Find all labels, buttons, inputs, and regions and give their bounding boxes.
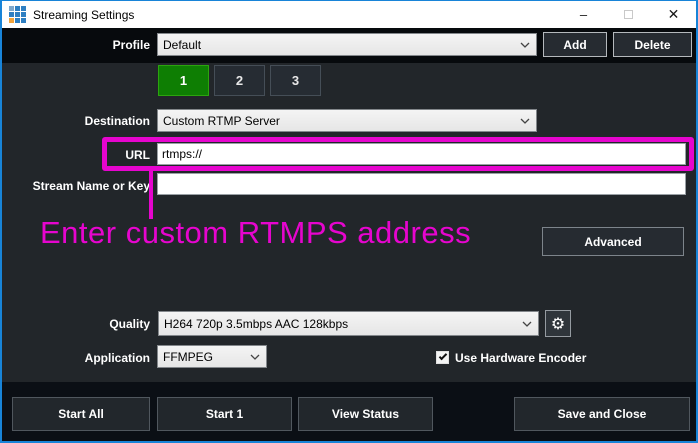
- url-input[interactable]: [157, 143, 686, 165]
- application-select-value: FFMPEG: [163, 350, 213, 364]
- profile-select[interactable]: Default: [157, 33, 537, 56]
- minimize-button[interactable]: –: [561, 1, 606, 28]
- save-and-close-button[interactable]: Save and Close: [514, 397, 690, 431]
- chevron-down-icon: [520, 118, 530, 124]
- add-button[interactable]: Add: [543, 32, 607, 57]
- maximize-icon: [624, 10, 633, 19]
- streaming-settings-window: Streaming Settings – ✕ Profile Default A…: [0, 0, 698, 443]
- quality-select[interactable]: H264 720p 3.5mbps AAC 128kbps: [158, 311, 539, 336]
- checkmark-icon: [439, 352, 447, 360]
- destination-select[interactable]: Custom RTMP Server: [157, 109, 537, 132]
- profile-select-value: Default: [163, 38, 201, 52]
- quality-label: Quality: [2, 317, 150, 331]
- close-button[interactable]: ✕: [651, 1, 696, 28]
- chevron-down-icon: [250, 354, 260, 360]
- quality-select-value: H264 720p 3.5mbps AAC 128kbps: [164, 317, 348, 331]
- window-title: Streaming Settings: [33, 8, 134, 22]
- hardware-encoder-checkbox[interactable]: [436, 351, 449, 364]
- hardware-encoder-label: Use Hardware Encoder: [455, 351, 586, 365]
- stream-key-input[interactable]: [157, 173, 686, 195]
- annotation-text: Enter custom RTMPS address: [40, 215, 471, 251]
- start-1-button[interactable]: Start 1: [157, 397, 292, 431]
- titlebar: Streaming Settings – ✕: [2, 1, 696, 28]
- profile-label: Profile: [2, 38, 150, 52]
- app-icon: [9, 6, 26, 23]
- stream-tab-3[interactable]: 3: [270, 65, 321, 96]
- advanced-button[interactable]: Advanced: [542, 227, 684, 256]
- view-status-button[interactable]: View Status: [298, 397, 433, 431]
- destination-select-value: Custom RTMP Server: [163, 114, 280, 128]
- application-label: Application: [2, 351, 150, 365]
- chevron-down-icon: [522, 321, 532, 327]
- stream-tab-1[interactable]: 1: [158, 65, 209, 96]
- quality-settings-button[interactable]: ⚙: [545, 310, 571, 337]
- maximize-button[interactable]: [606, 1, 651, 28]
- chevron-down-icon: [520, 42, 530, 48]
- stream-key-label: Stream Name or Key: [2, 179, 150, 193]
- start-all-button[interactable]: Start All: [12, 397, 150, 431]
- gear-icon: ⚙: [551, 316, 565, 332]
- delete-button[interactable]: Delete: [613, 32, 692, 57]
- destination-label: Destination: [2, 114, 150, 128]
- url-label: URL: [2, 148, 150, 162]
- stream-tab-2[interactable]: 2: [214, 65, 265, 96]
- application-select[interactable]: FFMPEG: [157, 345, 267, 368]
